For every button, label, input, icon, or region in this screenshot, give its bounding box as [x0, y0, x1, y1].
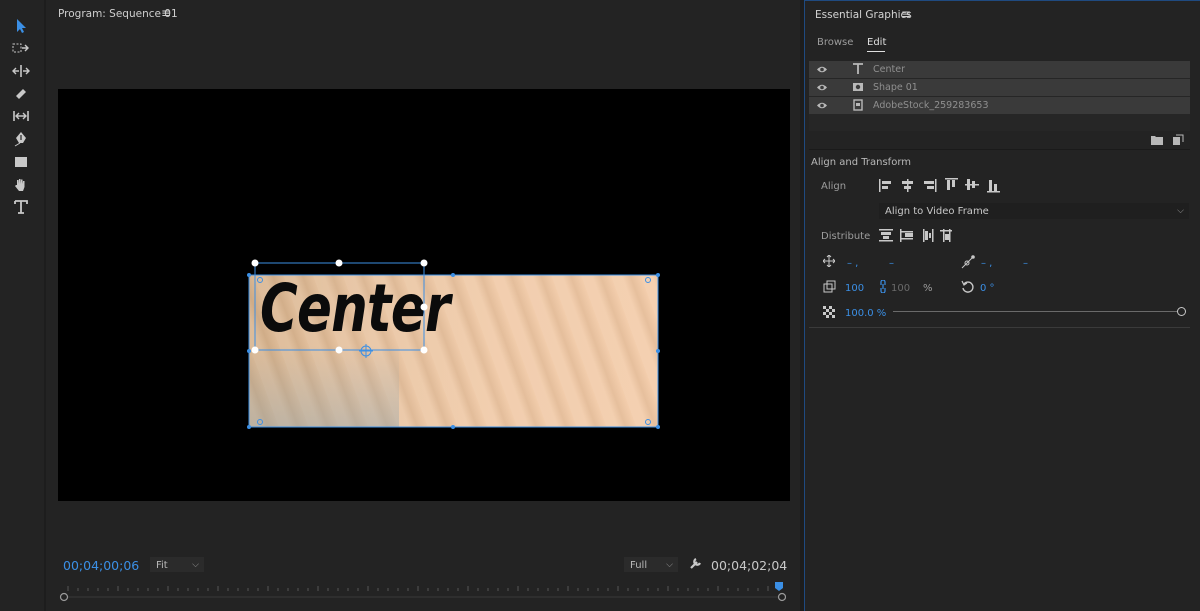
zoom-level-dropdown[interactable]: Fit ⌵ [150, 557, 204, 572]
layer-name: AdobeStock_259283653 [873, 100, 989, 111]
duration-timecode: 00;04;02;04 [711, 558, 788, 573]
divider [809, 149, 1190, 150]
rectangle-tool-icon[interactable] [10, 152, 32, 172]
align-buttons[interactable] [879, 177, 1009, 195]
divider [809, 327, 1190, 328]
layer-row-shape[interactable]: Shape 01 [809, 79, 1190, 96]
layer-name: Shape 01 [873, 82, 918, 93]
opacity-slider-track[interactable] [893, 311, 1181, 312]
ripple-edit-tool-icon[interactable] [10, 61, 32, 81]
align-to-value: Align to Video Frame [885, 206, 989, 217]
distribute-vertical-icon [923, 229, 934, 242]
link-icon[interactable] [879, 279, 887, 296]
align-right-icon [924, 179, 937, 192]
text-bounding-box[interactable] [250, 259, 430, 361]
new-layer-icon[interactable] [1172, 134, 1184, 149]
align-left-icon [879, 179, 891, 192]
clip-layer-icon [851, 98, 865, 112]
layer-row-center[interactable]: Center [809, 61, 1190, 78]
rotation-icon [961, 280, 975, 297]
layer-name: Center [873, 64, 905, 75]
shape-layer-icon [851, 80, 865, 94]
type-tool-icon[interactable] [10, 197, 32, 217]
chevron-down-icon: ⌵ [1177, 206, 1184, 216]
opacity-icon [823, 306, 835, 321]
visibility-eye-icon[interactable] [816, 82, 828, 95]
essential-graphics-panel: Essential Graphics ≡ Browse Edit Center … [804, 0, 1200, 611]
opacity-slider-handle[interactable] [1177, 307, 1186, 316]
align-label: Align [821, 181, 847, 192]
panel-menu-icon[interactable]: ≡ [161, 6, 171, 20]
panel-title: Essential Graphics [815, 9, 912, 21]
pen-tool-icon[interactable] [10, 129, 32, 149]
position-icon [822, 254, 836, 270]
section-title: Align and Transform [811, 157, 911, 168]
hand-tool-icon[interactable] [10, 175, 32, 195]
scale-linked-value: 100 [891, 283, 911, 294]
tab-browse[interactable]: Browse [817, 37, 853, 48]
anchor-y-value[interactable]: – [1023, 258, 1028, 269]
zoom-level-value: Fit [156, 560, 168, 571]
scale-value[interactable]: 100 [845, 283, 864, 294]
anchor-point-icon [961, 255, 975, 272]
align-top-icon [945, 178, 958, 190]
resolution-value: Full [630, 560, 648, 571]
opacity-value[interactable]: 100.0 % [845, 308, 886, 319]
position-y-value[interactable]: – [889, 258, 894, 269]
layer-row-stock[interactable]: AdobeStock_259283653 [809, 97, 1190, 114]
align-to-dropdown[interactable]: Align to Video Frame ⌵ [879, 203, 1189, 219]
scale-unit: % [923, 283, 933, 294]
anchor-x-value[interactable]: – , [981, 258, 992, 269]
tools-panel [0, 0, 44, 611]
rotation-value[interactable]: 0 ° [980, 283, 995, 294]
time-ruler[interactable] [58, 582, 786, 602]
program-viewer[interactable]: Center [58, 89, 790, 501]
panel-title: Program: Sequence 01 [58, 8, 178, 20]
program-monitor-panel: Program: Sequence 01 ≡ Center 00;04;00;0… [46, 0, 800, 611]
distribute-horizontal-icon [879, 229, 893, 242]
current-timecode[interactable]: 00;04;00;06 [63, 558, 139, 573]
panel-menu-icon[interactable]: ≡ [901, 7, 911, 21]
razor-tool-icon[interactable] [10, 84, 32, 104]
visibility-eye-icon[interactable] [816, 64, 828, 77]
position-x-value[interactable]: – , [847, 258, 858, 269]
selection-tool-icon[interactable] [10, 16, 32, 36]
align-horizontal-center-icon [902, 179, 913, 192]
align-vertical-center-icon [965, 179, 979, 190]
visibility-eye-icon[interactable] [816, 100, 828, 113]
track-select-tool-icon[interactable] [10, 38, 32, 58]
new-group-folder-icon[interactable] [1151, 135, 1163, 148]
distribute-label: Distribute [821, 231, 871, 242]
settings-wrench-icon[interactable] [689, 556, 703, 573]
active-tab-indicator [867, 51, 885, 52]
layer-list: Center Shape 01 AdobeStock_259283653 [809, 61, 1190, 131]
scale-icon [823, 280, 836, 296]
distribute-horizontal-center-icon [900, 229, 913, 242]
distribute-buttons[interactable] [879, 227, 959, 245]
playback-resolution-dropdown[interactable]: Full ⌵ [624, 557, 678, 572]
tab-edit[interactable]: Edit [867, 37, 886, 48]
slip-tool-icon[interactable] [10, 106, 32, 126]
chevron-down-icon: ⌵ [192, 560, 199, 570]
text-layer-icon [851, 62, 865, 76]
distribute-vertical-center-icon [940, 229, 952, 242]
align-bottom-icon [987, 180, 1000, 193]
chevron-down-icon: ⌵ [666, 560, 673, 570]
